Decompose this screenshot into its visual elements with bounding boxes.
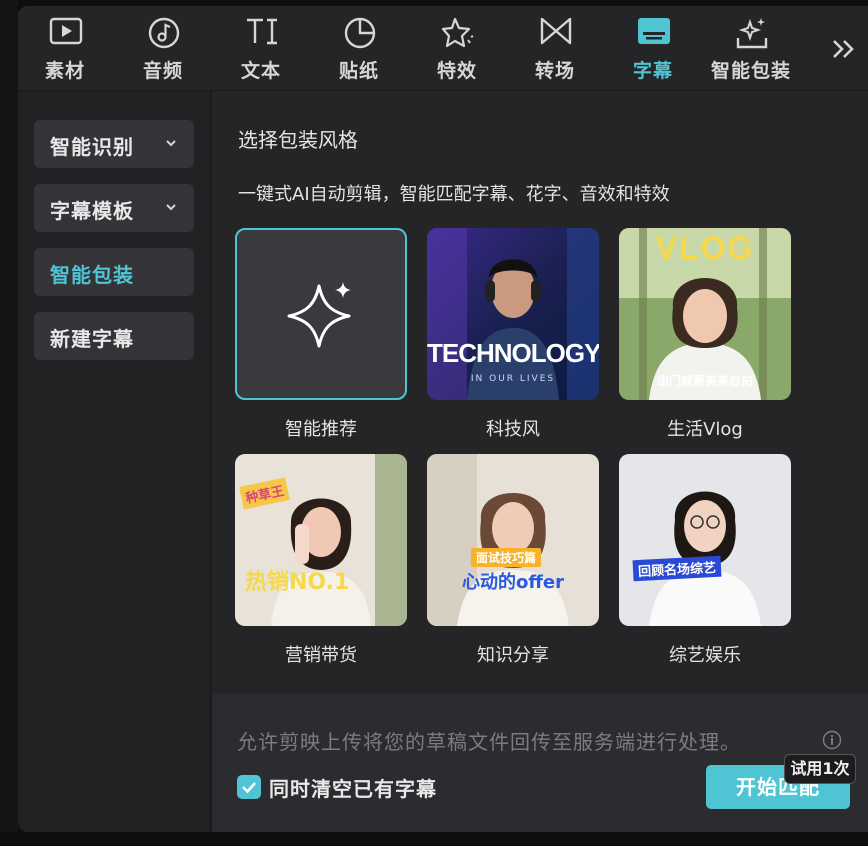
sidebar-item-subtitle-templates[interactable]: 字幕模板: [34, 184, 194, 232]
tab-audio[interactable]: 音频: [118, 6, 208, 90]
clear-subtitles-checkbox[interactable]: [237, 775, 261, 799]
style-card-knowledge[interactable]: 面试技巧篇 心动的offer: [427, 454, 599, 626]
media-play-icon: [49, 17, 83, 45]
sidebar-item-label: 字幕模板: [50, 199, 134, 223]
main-content: 选择包装风格 一键式AI自动剪辑，智能匹配字幕、花字、音效和特效 智能推荐 TE…: [212, 91, 868, 694]
sidebar-item-label: 智能识别: [50, 135, 134, 159]
style-card-vlog[interactable]: VLOG 出门就要美美自拍: [619, 228, 791, 400]
checkmark-icon: [242, 782, 256, 794]
tab-label: 素材: [44, 60, 85, 82]
tab-label: 智能包装: [710, 60, 791, 82]
tab-label: 文本: [240, 60, 281, 82]
more-chevrons-icon[interactable]: [828, 36, 858, 62]
tab-label: 音频: [142, 60, 183, 82]
sparkle-icon: [287, 282, 351, 348]
variety-thumbnail: [619, 454, 791, 626]
sidebar-item-smart-recognition[interactable]: 智能识别: [34, 120, 194, 168]
bottom-strip: [0, 832, 868, 846]
tab-label: 贴纸: [338, 60, 379, 82]
marketing-thumbnail: [235, 454, 407, 626]
style-card-label: 综艺娱乐: [669, 645, 741, 666]
footer: 允许剪映上传将您的草稿文件回传至服务端进行处理。 同时清空已有字幕 开始匹配: [212, 694, 868, 832]
vlog-overlay-text: VLOG: [655, 230, 755, 266]
subtitle-icon: [638, 18, 670, 44]
window-edge: [0, 0, 18, 846]
sidebar-item-smart-pack[interactable]: 智能包装: [34, 248, 194, 296]
style-card-label: 知识分享: [477, 645, 549, 666]
subtitle-panel: 素材 音频 文本 贴纸 特效 转场 字幕 智能包装 智能识别 字幕模板 智能包装…: [18, 6, 868, 832]
tab-label: 转场: [534, 60, 575, 82]
style-card-label: 生活Vlog: [667, 419, 743, 440]
sticker-icon: [344, 17, 376, 49]
style-card-label: 科技风: [486, 419, 540, 440]
tab-subtitle[interactable]: 字幕: [608, 6, 698, 90]
knowledge-badge: 面试技巧篇: [471, 548, 542, 567]
top-tab-bar: 素材 音频 文本 贴纸 特效 转场 字幕 智能包装: [18, 6, 868, 91]
music-note-icon: [148, 17, 180, 49]
text-ti-icon: [247, 18, 277, 45]
tab-media[interactable]: 素材: [20, 6, 110, 90]
section-title: 选择包装风格: [238, 128, 358, 152]
sidebar-item-label: 智能包装: [50, 263, 134, 287]
info-icon[interactable]: [822, 730, 842, 750]
style-card-variety[interactable]: 回顾名场综艺: [619, 454, 791, 626]
chevron-down-icon: [166, 204, 176, 211]
tab-sticker[interactable]: 贴纸: [314, 6, 404, 90]
upload-notice: 允许剪映上传将您的草稿文件回传至服务端进行处理。: [237, 730, 741, 754]
sidebar-item-label: 新建字幕: [50, 327, 134, 351]
chevron-down-icon: [166, 140, 176, 147]
knowledge-thumbnail: [427, 454, 599, 626]
style-card-label: 智能推荐: [285, 419, 357, 440]
clear-subtitles-label[interactable]: 同时清空已有字幕: [269, 773, 437, 802]
knowledge-overlay-text: 心动的offer: [461, 572, 565, 593]
sidebar-item-new-subtitle[interactable]: 新建字幕: [34, 312, 194, 360]
sidebar: 智能识别 字幕模板 智能包装 新建字幕: [18, 91, 212, 832]
tech-overlay-subtext: IN OUR LIVES: [470, 374, 556, 384]
effects-star-icon: [441, 17, 474, 48]
tab-transition[interactable]: 转场: [510, 6, 600, 90]
style-card-tech[interactable]: TECHNOLOGY IN OUR LIVES: [427, 228, 599, 400]
style-card-marketing[interactable]: 种草王 热销NO.1: [235, 454, 407, 626]
tab-text[interactable]: 文本: [216, 6, 306, 90]
smart-pack-icon: [736, 18, 768, 49]
tab-effects[interactable]: 特效: [412, 6, 502, 90]
transition-icon: [540, 17, 572, 45]
tab-label: 字幕: [632, 60, 673, 82]
section-subtitle: 一键式AI自动剪辑，智能匹配字幕、花字、音效和特效: [238, 184, 670, 205]
style-card-label: 营销带货: [285, 645, 357, 666]
tech-overlay-text: TECHNOLOGY: [427, 338, 599, 368]
trial-badge: 试用1次: [784, 754, 856, 784]
marketing-overlay-text: 热销NO.1: [245, 570, 350, 595]
style-card-smart-recommend[interactable]: [235, 228, 407, 400]
vlog-caption: 出门就要美美自拍: [656, 374, 753, 388]
tab-smart-pack[interactable]: 智能包装: [706, 6, 796, 90]
tab-label: 特效: [436, 60, 477, 82]
